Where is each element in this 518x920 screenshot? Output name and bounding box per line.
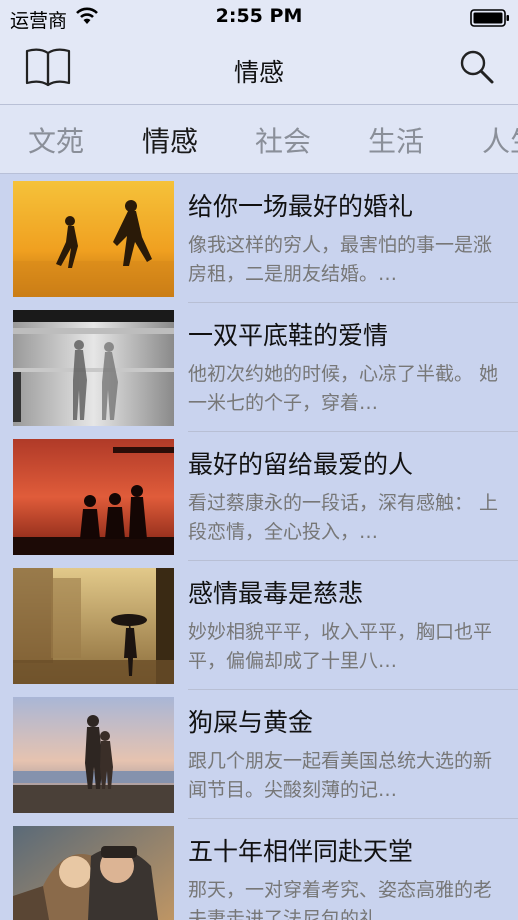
tab-rensheng[interactable]: 人生 xyxy=(482,120,518,160)
article-summary: 妙妙相貌平平，收入平平，胸口也平平，偏偏却成了十里八… xyxy=(188,621,493,672)
status-time: 2:55 PM xyxy=(215,5,303,27)
article-title: 五十年相伴同赴天堂 xyxy=(188,837,414,866)
article-thumbnail xyxy=(13,181,174,297)
article-summary: 像我这样的穷人，最害怕的事一是涨房租，二是朋友结婚。… xyxy=(188,234,493,285)
page-title: 情感 xyxy=(233,58,284,87)
article-row[interactable]: 感情最毒是慈悲 妙妙相貌平平，收入平平，胸口也平平，偏偏却成了十里八… xyxy=(0,561,518,690)
battery-icon xyxy=(470,9,510,31)
tab-qinggan[interactable]: 情感 xyxy=(142,120,198,160)
tab-shehui[interactable]: 社会 xyxy=(255,120,311,160)
article-thumbnail xyxy=(13,310,174,426)
search-icon xyxy=(460,50,494,84)
article-thumbnail xyxy=(13,697,174,813)
article-title: 感情最毒是慈悲 xyxy=(188,579,364,608)
article-summary: 跟几个朋友一起看美国总统大选的新闻节目。尖酸刻薄的记… xyxy=(188,750,493,801)
article-row[interactable]: 狗屎与黄金 跟几个朋友一起看美国总统大选的新闻节目。尖酸刻薄的记… xyxy=(0,690,518,819)
article-row[interactable]: 给你一场最好的婚礼 像我这样的穷人，最害怕的事一是涨房租，二是朋友结婚。… xyxy=(0,174,518,303)
search-button[interactable] xyxy=(458,48,496,86)
nav-bar: 情感 xyxy=(0,36,518,105)
article-list: 给你一场最好的婚礼 像我这样的穷人，最害怕的事一是涨房租，二是朋友结婚。… 一双… xyxy=(0,174,518,920)
article-title: 给你一场最好的婚礼 xyxy=(188,192,414,221)
article-summary: 那天，一对穿着考究、姿态高雅的老夫妻走进了法尼包的礼… xyxy=(188,879,493,920)
article-thumbnail xyxy=(13,439,174,555)
category-tab-bar: 文苑 情感 社会 生活 人生 xyxy=(0,105,518,174)
tab-shenghuo[interactable]: 生活 xyxy=(368,120,424,160)
article-title: 一双平底鞋的爱情 xyxy=(188,321,389,350)
status-bar: 运营商 2:55 PM xyxy=(0,0,518,36)
article-title: 最好的留给最爱的人 xyxy=(188,450,414,479)
article-row[interactable]: 五十年相伴同赴天堂 那天，一对穿着考究、姿态高雅的老夫妻走进了法尼包的礼… xyxy=(0,819,518,920)
article-row[interactable]: 最好的留给最爱的人 看过蔡康永的一段话，深有感触： 上段恋情，全心投入，… xyxy=(0,432,518,561)
tab-wenyuan[interactable]: 文苑 xyxy=(28,120,84,160)
article-title: 狗屎与黄金 xyxy=(188,708,314,737)
article-thumbnail xyxy=(13,826,174,920)
article-thumbnail xyxy=(13,568,174,684)
article-summary: 看过蔡康永的一段话，深有感触： 上段恋情，全心投入，… xyxy=(188,492,499,543)
article-row[interactable]: 一双平底鞋的爱情 他初次约她的时候，心凉了半截。 她一米七的个子，穿着… xyxy=(0,303,518,432)
article-summary: 他初次约她的时候，心凉了半截。 她一米七的个子，穿着… xyxy=(188,363,499,414)
